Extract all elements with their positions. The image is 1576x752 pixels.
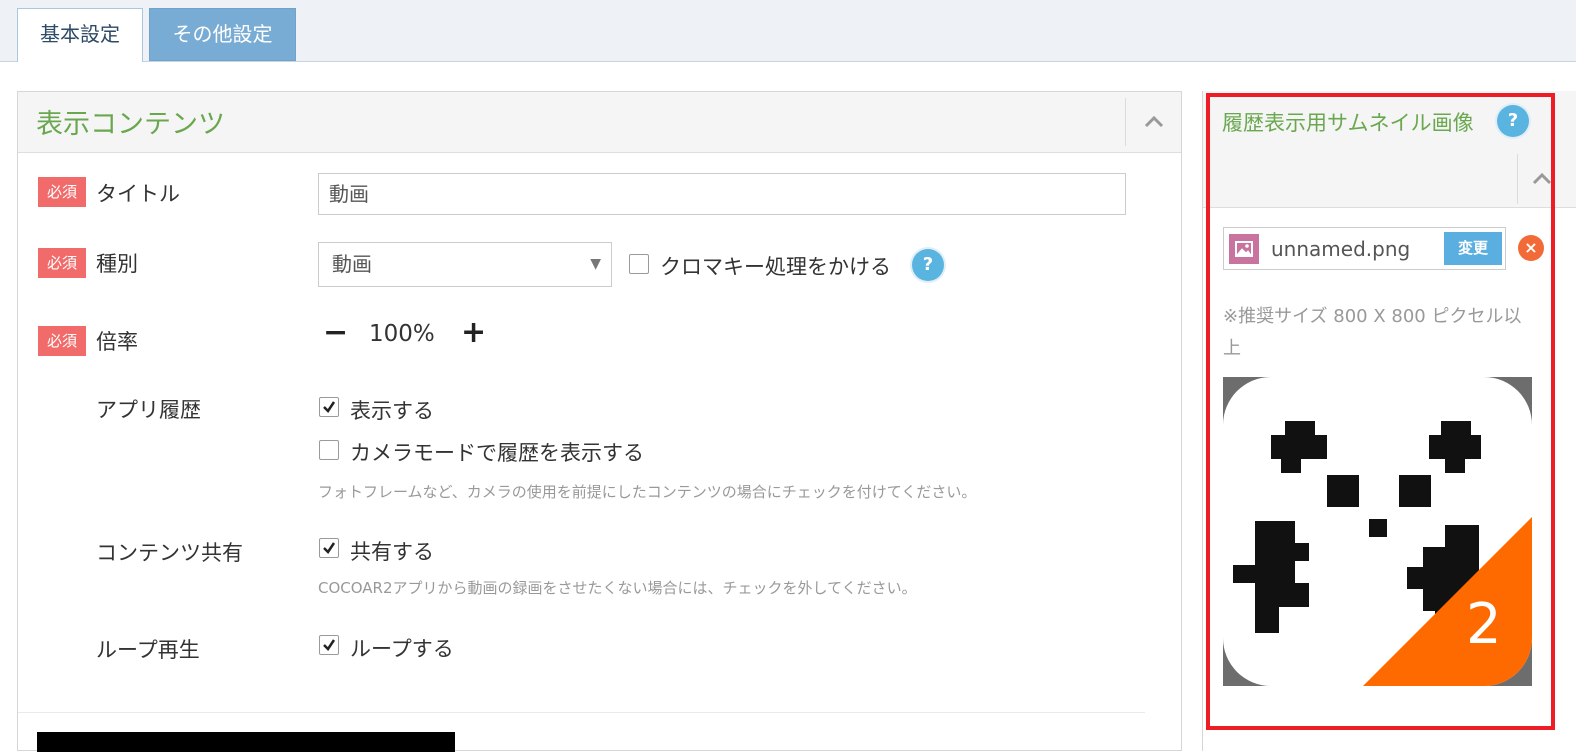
type-select-value: 動画 [332, 252, 372, 276]
panel-title: 表示コンテンツ [36, 109, 225, 140]
divider [18, 712, 1145, 713]
check-icon [323, 639, 336, 651]
loop-checkbox[interactable] [319, 635, 339, 655]
file-field: unnamed.png 変更 [1223, 227, 1506, 270]
loop-checkbox-label: ループする [350, 637, 454, 661]
thumbnail-image: 2 [1223, 377, 1532, 686]
help-icon[interactable]: ? [1497, 105, 1529, 137]
video-preview [37, 732, 455, 752]
chevron-up-icon [1144, 115, 1164, 128]
tab-bar: 基本設定 その他設定 [0, 0, 1576, 62]
change-file-button[interactable]: 変更 [1444, 232, 1502, 265]
thumbnail-panel: 履歴表示用サムネイル画像 ? unnamed.png 変更 × ※推奨サイズ 8… [1202, 91, 1576, 751]
share-note: COCOAR2アプリから動画の録画をさせたくない場合には、チェックを外してくださ… [318, 579, 917, 597]
type-label: 種別 [96, 252, 138, 276]
divider [1517, 154, 1518, 204]
close-icon[interactable]: × [1518, 235, 1544, 261]
app-history-label: アプリ履歴 [96, 398, 201, 422]
required-badge: 必須 [38, 177, 86, 207]
recommended-size-note: ※推奨サイズ 800 X 800 ピクセル以上 [1223, 306, 1522, 359]
check-icon [323, 542, 336, 554]
title-label: タイトル [96, 182, 180, 206]
display-content-panel: 表示コンテンツ 必須 タイトル 動画 必須 種別 動画 ▼ クロマキー処理をかけ… [17, 91, 1182, 752]
caret-down-icon: ▼ [590, 256, 601, 272]
file-name: unnamed.png [1271, 237, 1411, 261]
share-checkbox[interactable] [319, 538, 339, 558]
title-input[interactable]: 動画 [318, 173, 1126, 215]
thumbnail-panel-header: 履歴表示用サムネイル画像 ? [1203, 91, 1576, 208]
thumbnail-badge: 2 [1466, 592, 1502, 657]
chroma-key-label: クロマキー処理をかける [660, 255, 891, 279]
camera-mode-note: フォトフレームなど、カメラの使用を前提にしたコンテンツの場合にチェックを付けてく… [318, 483, 977, 501]
show-history-checkbox[interactable] [319, 397, 339, 417]
scale-value: 100% [369, 321, 435, 347]
panel-header: 表示コンテンツ [18, 92, 1181, 153]
camera-mode-checkbox[interactable] [319, 440, 339, 460]
show-history-label: 表示する [350, 399, 434, 423]
loop-label: ループ再生 [96, 638, 200, 662]
decrease-button[interactable]: − [323, 318, 348, 348]
share-label: 共有する [350, 540, 434, 564]
content-share-label: コンテンツ共有 [96, 541, 243, 565]
check-icon [323, 401, 336, 413]
tab-other-settings[interactable]: その他設定 [149, 8, 296, 61]
tab-basic-settings[interactable]: 基本設定 [17, 8, 143, 62]
divider [1125, 98, 1126, 146]
image-file-icon [1229, 234, 1259, 264]
increase-button[interactable]: + [461, 318, 486, 348]
collapse-button[interactable] [1525, 161, 1559, 197]
required-badge: 必須 [38, 326, 86, 356]
camera-mode-label: カメラモードで履歴を表示する [350, 441, 644, 465]
collapse-button[interactable] [1135, 104, 1173, 140]
thumbnail-panel-title: 履歴表示用サムネイル画像 [1222, 111, 1474, 135]
chroma-key-checkbox[interactable] [629, 254, 649, 274]
scale-label: 倍率 [96, 330, 138, 354]
type-select[interactable]: 動画 ▼ [318, 242, 612, 287]
required-badge: 必須 [38, 248, 86, 278]
help-icon[interactable]: ? [912, 249, 944, 281]
chevron-up-icon [1532, 172, 1552, 185]
